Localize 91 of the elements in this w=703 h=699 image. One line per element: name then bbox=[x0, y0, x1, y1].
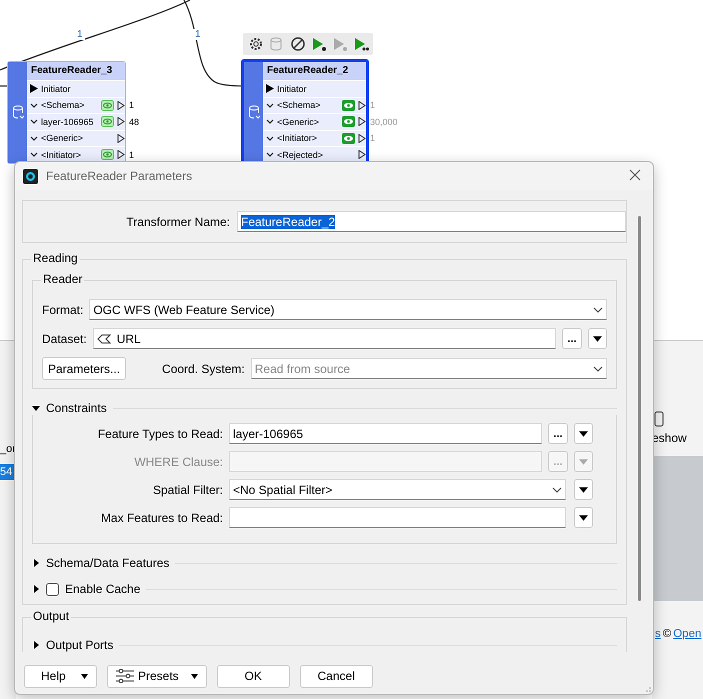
caret-icon bbox=[579, 514, 588, 520]
port-name: layer-106965 bbox=[41, 116, 95, 127]
chevron-down-icon bbox=[552, 486, 562, 492]
dialog-title: FeatureReader Parameters bbox=[46, 169, 194, 183]
dropdown-button[interactable] bbox=[574, 507, 593, 528]
table-cell: 54 bbox=[0, 464, 14, 480]
sliders-icon bbox=[116, 669, 134, 683]
feature-count: 30,000 bbox=[370, 116, 398, 127]
presets-button[interactable]: Presets bbox=[107, 664, 207, 688]
field-label: Format: bbox=[42, 302, 84, 316]
dialog-button[interactable]: OK bbox=[216, 664, 290, 688]
section-title: Enable Cache bbox=[65, 582, 140, 596]
tablet-icon bbox=[654, 411, 664, 427]
port-name: <Rejected> bbox=[277, 150, 324, 160]
chevron-down-icon bbox=[593, 306, 603, 312]
prohibit-icon bbox=[290, 36, 306, 52]
attribution-link[interactable]: s bbox=[655, 628, 661, 640]
play-icon bbox=[352, 36, 368, 52]
port-name: <Initiator> bbox=[41, 150, 82, 160]
checkbox[interactable] bbox=[46, 582, 59, 596]
play-icon bbox=[310, 36, 326, 52]
dropdown-field[interactable]: <No Spatial Filter> bbox=[229, 479, 566, 500]
dialog-button[interactable]: Cancel bbox=[300, 664, 373, 688]
copyright-text: © bbox=[662, 628, 672, 640]
caret-icon bbox=[579, 486, 588, 492]
app-icon bbox=[23, 168, 38, 184]
group-title: Output bbox=[31, 609, 72, 623]
field-label: Dataset: bbox=[42, 332, 87, 346]
database-icon bbox=[12, 105, 24, 120]
close-icon bbox=[629, 168, 641, 180]
connection-line[interactable] bbox=[0, 85, 7, 87]
format-dropdown[interactable]: OGC WFS (Web Feature Service) bbox=[89, 299, 607, 320]
caret-icon bbox=[81, 674, 88, 678]
port-name: <Schema> bbox=[41, 100, 86, 110]
field-label: Spatial Filter: bbox=[152, 482, 223, 496]
database-icon bbox=[248, 105, 260, 120]
field-label: Feature Types to Read: bbox=[96, 426, 223, 440]
dropdown-button[interactable] bbox=[574, 479, 593, 500]
browse-button[interactable]: ... bbox=[562, 328, 582, 349]
text-field[interactable] bbox=[229, 507, 566, 528]
section-title: Schema/Data Features bbox=[46, 556, 170, 570]
caret-icon bbox=[190, 674, 198, 678]
dropdown-button[interactable] bbox=[574, 423, 593, 444]
group-title: Reader bbox=[41, 272, 84, 286]
dropdown-button[interactable] bbox=[588, 328, 607, 349]
text-field[interactable] bbox=[229, 451, 542, 472]
input-port-icon[interactable] bbox=[30, 84, 38, 94]
expander-icon[interactable] bbox=[32, 404, 40, 412]
name-field[interactable]: FeatureReader_2 bbox=[237, 211, 626, 232]
field-label: Coord. System: bbox=[162, 362, 245, 376]
port-name: <Generic> bbox=[41, 133, 84, 144]
text-field[interactable]: layer-106965 bbox=[229, 423, 542, 444]
database-icon bbox=[268, 36, 284, 52]
port-name: <Generic> bbox=[277, 116, 320, 127]
attribution-link[interactable]: Open bbox=[673, 628, 702, 640]
port-name: Initiator bbox=[41, 84, 72, 94]
feature-count: 1 bbox=[129, 100, 134, 110]
feature-count: 1 bbox=[370, 133, 376, 144]
field-label: WHERE Clause: bbox=[133, 454, 223, 468]
field-label: Transformer Name: bbox=[125, 214, 231, 228]
expander-icon[interactable] bbox=[32, 641, 40, 649]
scrollbar[interactable] bbox=[638, 216, 641, 601]
dataset-field[interactable]: URL bbox=[92, 328, 556, 349]
node-title: FeatureReader_3 bbox=[27, 62, 125, 80]
play-icon bbox=[332, 36, 348, 52]
section-title: Constraints bbox=[46, 401, 107, 415]
connection-count: 1 bbox=[193, 29, 203, 40]
coord-system-dropdown[interactable]: Read from source bbox=[250, 358, 607, 379]
section-title: Output Ports bbox=[46, 638, 114, 652]
input-port-icon[interactable] bbox=[266, 84, 274, 94]
caret-icon bbox=[579, 430, 588, 436]
browse-button[interactable]: ... bbox=[548, 423, 568, 444]
node-title: FeatureReader_2 bbox=[263, 62, 366, 80]
feature-count: 48 bbox=[129, 116, 140, 127]
caret-icon bbox=[579, 458, 588, 464]
port-name: Initiator bbox=[277, 84, 308, 94]
url-icon bbox=[96, 334, 111, 344]
group-title: Reading bbox=[31, 251, 80, 265]
gear-icon bbox=[248, 36, 264, 52]
port-name: <Initiator> bbox=[277, 133, 318, 144]
help-button[interactable]: Help bbox=[24, 664, 97, 688]
parameters-button[interactable]: Parameters... bbox=[42, 357, 126, 380]
feature-count: 1 bbox=[370, 100, 376, 110]
caret-icon bbox=[593, 336, 602, 342]
field-label: Max Features to Read: bbox=[100, 510, 223, 524]
expander-icon[interactable] bbox=[32, 585, 40, 593]
chevron-down-icon bbox=[593, 366, 603, 372]
feature-count: 1 bbox=[129, 150, 134, 160]
expander-icon[interactable] bbox=[32, 559, 40, 567]
connection-count: 1 bbox=[75, 29, 85, 40]
port-name: <Schema> bbox=[277, 100, 322, 110]
